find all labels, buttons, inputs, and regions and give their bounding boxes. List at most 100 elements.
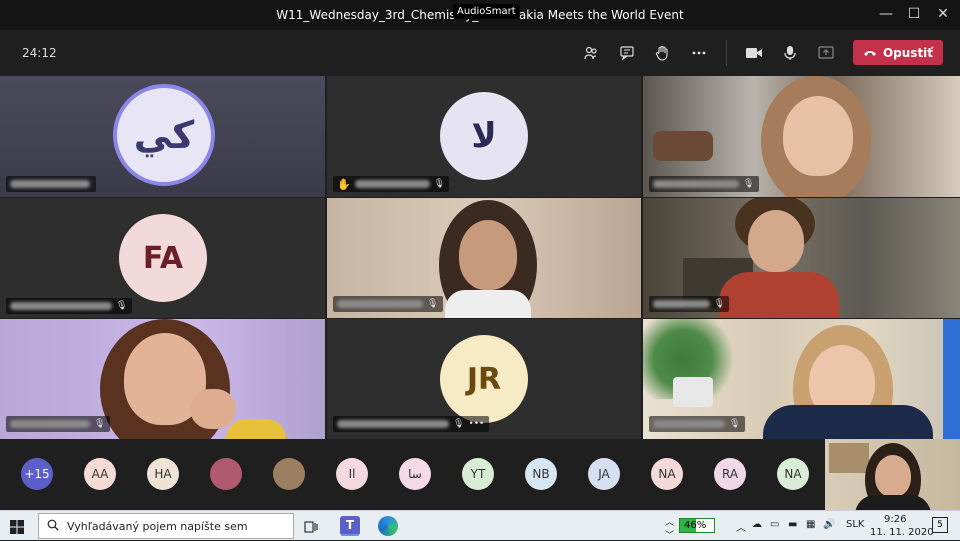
participant-name-tag: 🎙: [649, 176, 759, 192]
participant-name-tag: 🎙: [649, 296, 729, 312]
participant-chip[interactable]: RA: [714, 458, 746, 490]
blurred-name: [10, 302, 112, 310]
raise-hand-icon[interactable]: [651, 42, 673, 64]
task-view-icon[interactable]: [304, 519, 318, 538]
blurred-name: [653, 420, 725, 428]
minimize-button[interactable]: —: [876, 6, 896, 22]
muted-mic-icon: 🎙: [713, 299, 725, 309]
cloud-icon[interactable]: ☁: [752, 519, 762, 530]
participant-chip[interactable]: HA: [147, 458, 179, 490]
muted-mic-icon: 🎙: [743, 179, 755, 189]
participant-chip[interactable]: سا: [399, 458, 431, 490]
battery-percent: 46%: [684, 520, 707, 531]
teams-app-icon[interactable]: T: [340, 516, 360, 536]
participant-tile[interactable]: JR 🎙 •••: [327, 319, 641, 439]
participant-name-tag: 🎙: [333, 296, 443, 312]
more-icon[interactable]: [688, 42, 710, 64]
video-face: [748, 210, 804, 272]
participant-chip[interactable]: JA: [588, 458, 620, 490]
mic-icon[interactable]: [779, 42, 801, 64]
background-frame: [829, 443, 869, 473]
video-face: [783, 96, 853, 176]
meeting-timer: 24:12: [22, 46, 57, 60]
search-placeholder: Vyhľadávaný pojem napíšte sem: [67, 519, 248, 533]
notifications-button[interactable]: 5: [932, 517, 948, 533]
muted-mic-icon: 🎙: [427, 299, 439, 309]
windows-taskbar: Vyhľadávaný pojem napíšte sem T ︿ ﹀ 46% ︿…: [0, 510, 960, 541]
blurred-name: [354, 180, 430, 188]
participant-name-tag: ✋ 🎙: [333, 176, 449, 192]
participant-chip[interactable]: NA: [651, 458, 683, 490]
scroll-arrows-icon[interactable]: ︿ ﹀: [665, 515, 674, 541]
search-icon: [47, 519, 59, 534]
muted-mic-icon: 🎙: [453, 419, 465, 429]
participant-avatar: JR: [440, 335, 528, 423]
participant-avatar: كي: [113, 84, 215, 186]
camera-icon[interactable]: [743, 42, 765, 64]
self-view-video[interactable]: [825, 439, 960, 510]
leave-button[interactable]: Opustiť: [853, 40, 943, 65]
blurred-name: [337, 420, 449, 428]
participant-tile[interactable]: لا ✋ 🎙: [327, 76, 641, 197]
maximize-button[interactable]: ☐: [904, 6, 924, 22]
participant-video[interactable]: 🎙: [643, 198, 960, 318]
participant-video[interactable]: 🎙: [0, 319, 325, 439]
participant-chip[interactable]: Il: [336, 458, 368, 490]
participant-name-tag: 🎙: [649, 416, 745, 432]
video-clothing: [445, 290, 531, 318]
windows-start-icon[interactable]: [10, 519, 24, 538]
hang-up-icon: [863, 46, 877, 60]
taskbar-date[interactable]: 11. 11. 2020: [870, 527, 934, 538]
share-icon[interactable]: [815, 42, 837, 64]
blurred-name: [10, 420, 90, 428]
participant-chip[interactable]: AA: [84, 458, 116, 490]
battery-icon[interactable]: ▬: [788, 519, 797, 530]
blurred-name: [337, 300, 423, 308]
more-options-icon[interactable]: •••: [468, 419, 484, 429]
participants-icon[interactable]: [580, 42, 602, 64]
overflow-participants-button[interactable]: +15: [21, 458, 53, 490]
taskbar-search-box[interactable]: Vyhľadávaný pojem napíšte sem: [38, 513, 294, 539]
participant-chip[interactable]: [273, 458, 305, 490]
muted-mic-icon: 🎙: [433, 179, 445, 189]
video-clothing: [763, 405, 933, 439]
video-face: [875, 455, 911, 497]
participant-chip[interactable]: NA: [777, 458, 809, 490]
plant-pot: [673, 377, 713, 407]
participant-name-tag: 🎙: [6, 298, 132, 314]
taskbar-time[interactable]: 9:26: [884, 514, 906, 525]
participant-tile[interactable]: FA 🎙: [0, 198, 325, 318]
participant-chip[interactable]: NB: [525, 458, 557, 490]
leave-label: Opustiť: [882, 45, 934, 60]
participant-name-tag: [6, 176, 96, 192]
title-bar: W11_Wednesday_3rd_Chemistry_... Slovakia…: [0, 0, 960, 30]
participant-tile[interactable]: كي: [0, 76, 325, 197]
audiosmart-badge: AudioSmart: [453, 4, 520, 19]
battery-meter: 46%: [679, 518, 715, 533]
network-wifi-icon[interactable]: ▦: [806, 519, 815, 530]
participant-video[interactable]: 🎙: [643, 76, 960, 197]
muted-mic-icon: 🎙: [729, 419, 741, 429]
participant-name-tag: 🎙: [6, 416, 110, 432]
muted-mic-icon: 🎙: [116, 301, 128, 311]
volume-icon[interactable]: 🔊: [823, 519, 835, 530]
participant-avatar: FA: [119, 214, 207, 302]
language-indicator[interactable]: SLK: [846, 519, 864, 530]
participant-chip[interactable]: YT: [462, 458, 494, 490]
chat-icon[interactable]: [616, 42, 638, 64]
video-clothing: [719, 272, 839, 318]
close-window-button[interactable]: ✕: [933, 6, 953, 22]
participant-avatar: لا: [440, 92, 528, 180]
participant-video[interactable]: 🎙: [327, 198, 641, 318]
network-icon[interactable]: ▭: [770, 519, 779, 530]
show-hidden-icons-icon[interactable]: ︿: [736, 519, 746, 534]
blurred-name: [653, 180, 739, 188]
edge-browser-icon[interactable]: [378, 516, 398, 536]
video-grid: كي لا ✋ 🎙 🎙 FA 🎙 🎙 🎙 🎙 JR 🎙 ••• 🎙: [0, 76, 960, 439]
participant-chip[interactable]: [210, 458, 242, 490]
participant-name-tag: 🎙 •••: [333, 416, 489, 432]
meeting-toolbar: 24:12 Opustiť: [0, 30, 960, 76]
video-clothing: [855, 495, 931, 510]
video-hand: [190, 389, 236, 429]
participant-video[interactable]: 🎙: [643, 319, 960, 439]
